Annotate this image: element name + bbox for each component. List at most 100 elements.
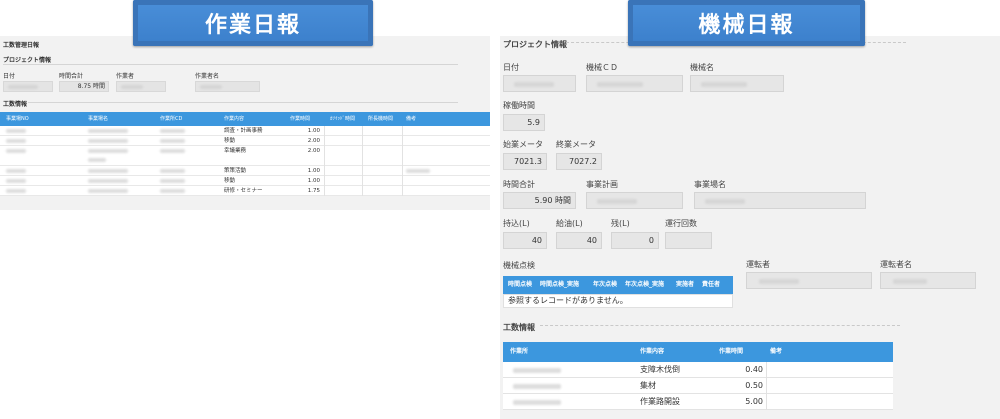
screenshot-root: 工数管理日報 プロジェクト情報 日付 時間合計 作業者 作業者名 8.75 時間…: [0, 0, 1000, 419]
business-plan-field[interactable]: [586, 192, 683, 209]
col-header: 所長機時間: [368, 116, 394, 122]
col-header: 備考: [770, 348, 783, 355]
col-header: 年次点検_実施: [625, 281, 665, 288]
driver-name-field[interactable]: [880, 272, 976, 289]
work-content: 支障木伐倒: [640, 365, 680, 374]
work-hours: 2.00: [307, 148, 320, 154]
work-hours: 1.00: [307, 178, 320, 184]
work-hours: 0.50: [745, 381, 763, 390]
total-time-field[interactable]: 8.75 時間: [59, 81, 109, 92]
start-meter-label: 始業メータ: [503, 140, 543, 149]
total-time-field[interactable]: 5.90 時間: [503, 192, 576, 209]
work-hours: 1.00: [307, 168, 320, 174]
col-header: 時間点検: [508, 281, 533, 288]
start-meter-value: 7021.3: [514, 157, 542, 166]
table-row[interactable]: 作業路開設 5.00: [503, 394, 893, 410]
date-field[interactable]: [3, 81, 53, 92]
loaded-value: 40: [531, 236, 542, 245]
table-row[interactable]: 策策活動 1.00: [0, 166, 490, 176]
remaining-field[interactable]: 0: [611, 232, 659, 249]
end-meter-value: 7027.2: [569, 157, 597, 166]
total-time-label: 時間合計: [503, 180, 535, 189]
work-report-title-banner: 作業日報: [133, 0, 373, 46]
end-meter-field[interactable]: 7027.2: [556, 153, 602, 170]
operation-count-label: 運行回数: [665, 219, 697, 228]
end-meter-label: 終業メータ: [556, 140, 596, 149]
col-header: 備考: [406, 116, 417, 122]
refuel-field[interactable]: 40: [556, 232, 602, 249]
work-content: 集材: [640, 381, 656, 390]
work-hours: 5.00: [745, 397, 763, 406]
table-row[interactable]: 集材 0.50: [503, 378, 893, 394]
inspection-empty-message: 参照するレコードがありません。: [503, 294, 733, 308]
machine-cd-field[interactable]: [586, 75, 683, 92]
worker-name-field[interactable]: [195, 81, 260, 92]
machine-cd-label: 機械ＣＤ: [586, 63, 618, 72]
driver-name-label: 運転者名: [880, 260, 912, 269]
work-content: 移動: [224, 178, 236, 184]
driver-field[interactable]: [746, 272, 872, 289]
col-header: 責任者: [702, 281, 721, 288]
machine-name-field[interactable]: [690, 75, 784, 92]
operation-count-field[interactable]: [665, 232, 712, 249]
date-label: 日付: [503, 63, 519, 72]
operating-time-field[interactable]: 5.9: [503, 114, 545, 131]
machine-name-label: 機械名: [690, 63, 714, 72]
business-site-label: 事業場名: [694, 180, 726, 189]
date-label: 日付: [3, 73, 16, 80]
work-info-heading: 工数情報: [3, 101, 28, 108]
work-content: 作業路開設: [640, 397, 680, 406]
worker-field[interactable]: [116, 81, 166, 92]
col-header: 作業時間: [290, 116, 311, 122]
table-row[interactable]: 研修・セミナー 1.75: [0, 186, 490, 196]
table-row[interactable]: 移動 2.00: [0, 136, 490, 146]
refuel-label: 給油(L): [556, 219, 583, 228]
worker-name-label: 作業者名: [195, 73, 220, 80]
divider: [3, 64, 458, 65]
col-header: 時間点検_実施: [540, 281, 580, 288]
business-plan-label: 事業計画: [586, 180, 618, 189]
machine-report-title-banner: 機械日報: [628, 0, 865, 46]
table-row[interactable]: 移動 1.00: [0, 176, 490, 186]
divider: [540, 325, 900, 326]
project-info-heading: プロジェクト情報: [503, 40, 567, 49]
total-time-value: 8.75 時間: [77, 83, 105, 90]
col-header: 事業場NO: [6, 116, 29, 122]
date-field[interactable]: [503, 75, 576, 92]
business-site-field[interactable]: [694, 192, 866, 209]
report-title: 工数管理日報: [3, 42, 40, 49]
refuel-value: 40: [586, 236, 597, 245]
table-row[interactable]: 調査・計画事務 1.00: [0, 126, 490, 136]
work-info-heading: 工数情報: [503, 323, 535, 332]
inspection-table-header: 時間点検 時間点検_実施 年次点検 年次点検_実施 実施者 責任者: [503, 276, 733, 294]
work-hours: 2.00: [307, 138, 320, 144]
loaded-label: 持込(L): [503, 219, 530, 228]
col-header: 作業内容: [224, 116, 245, 122]
col-header: 実施者: [676, 281, 695, 288]
start-meter-field[interactable]: 7021.3: [503, 153, 547, 170]
col-header: 事業場名: [88, 116, 109, 122]
driver-label: 運転者: [746, 260, 770, 269]
machine-report-panel: プロジェクト情報 日付 機械ＣＤ 機械名 稼働時間 5.9 始業メータ 終業メー…: [500, 36, 1000, 419]
work-content: 調査・計画事務: [224, 128, 263, 134]
worker-label: 作業者: [116, 73, 135, 80]
divider: [28, 102, 458, 103]
total-time-label: 時間合計: [59, 73, 84, 80]
remaining-value: 0: [648, 236, 654, 245]
col-header: 作業所CD: [160, 116, 183, 122]
work-hours: 1.75: [307, 188, 320, 194]
col-header: 作業内容: [640, 348, 665, 355]
work-content: 策策活動: [224, 168, 247, 174]
work-hours: 0.40: [745, 365, 763, 374]
machine-inspection-label: 機械点検: [503, 261, 535, 270]
work-hours: 1.00: [307, 128, 320, 134]
operating-time-value: 5.9: [527, 118, 540, 127]
loaded-field[interactable]: 40: [503, 232, 547, 249]
table-row[interactable]: 支障木伐倒 0.40: [503, 362, 893, 378]
work-content: 研修・セミナー: [224, 188, 263, 194]
work-content: 移動: [224, 138, 236, 144]
col-header: 年次点検: [593, 281, 618, 288]
operating-time-label: 稼働時間: [503, 101, 535, 110]
project-info-heading: プロジェクト情報: [3, 57, 52, 64]
table-row[interactable]: 幸議業務 2.00: [0, 146, 490, 166]
